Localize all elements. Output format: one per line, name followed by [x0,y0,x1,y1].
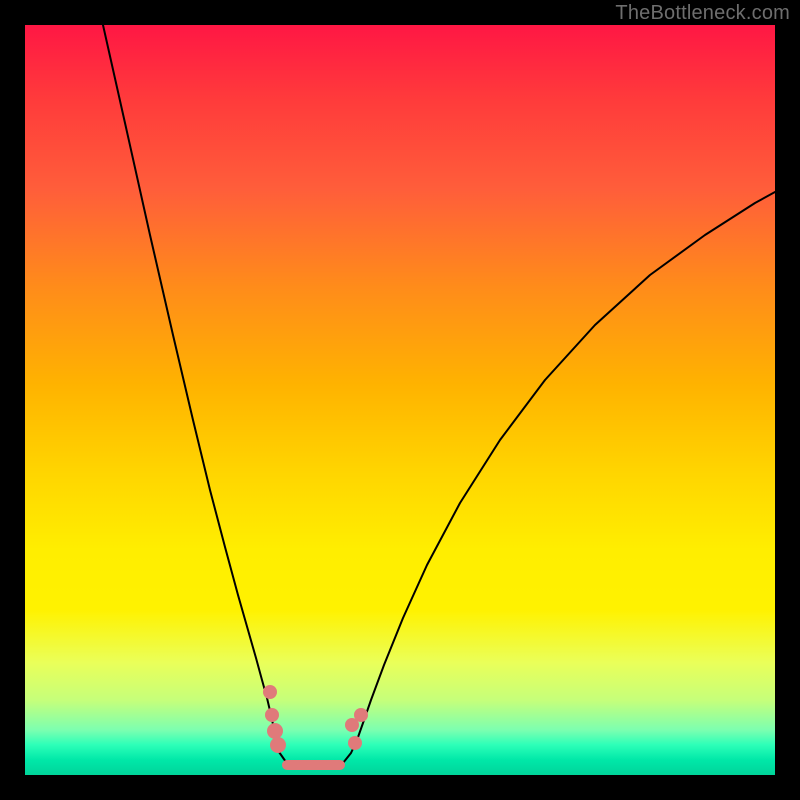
plot-area [25,25,775,775]
marker-dots [263,685,368,753]
marker-dot [263,685,277,699]
right-curve [315,192,775,769]
curves-svg [25,25,775,775]
marker-dot [265,708,279,722]
chart-frame: TheBottleneck.com [0,0,800,800]
left-curve [103,25,315,769]
marker-dot [270,737,286,753]
watermark-text: TheBottleneck.com [615,2,790,25]
marker-dot [267,723,283,739]
marker-dot [348,736,362,750]
marker-dot [354,708,368,722]
